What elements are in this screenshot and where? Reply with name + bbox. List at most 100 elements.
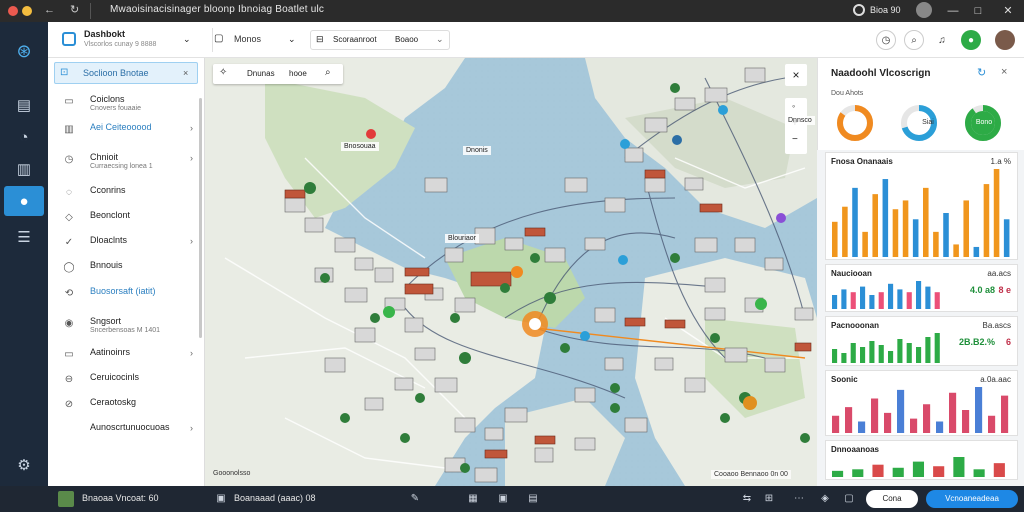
- compass-icon[interactable]: ◦: [792, 101, 795, 111]
- chart-rail-icon[interactable]: ▥: [4, 154, 44, 184]
- chevron-right-icon[interactable]: ›: [190, 423, 193, 433]
- maximize-button[interactable]: □: [970, 3, 986, 19]
- zoom-controls: ◦ + −: [785, 98, 807, 154]
- zoom-icon[interactable]: ⌕: [904, 30, 924, 50]
- map-attribution: Gooonolsso: [213, 470, 251, 477]
- card-bar: [872, 194, 879, 257]
- map-close-icon[interactable]: ×: [785, 64, 807, 86]
- card-bar: [850, 292, 856, 309]
- card-bar: [892, 467, 904, 477]
- sidebar-item-2[interactable]: ▥ Aei Ceiteooood ›: [56, 120, 201, 142]
- sidebar-item-10[interactable]: ▭ Aatinoinrs ›: [56, 345, 201, 367]
- settings-rail-icon[interactable]: ⚙: [4, 450, 44, 480]
- metric-card-2[interactable]: Nauciooan aa.acs 4.0 a8 8 e: [825, 264, 1018, 312]
- sidebar-item-label: Aei Ceiteooood: [90, 122, 152, 132]
- map-canvas[interactable]: [205, 58, 817, 486]
- primary-button[interactable]: Vcnoaneadeaa: [926, 490, 1018, 508]
- chevron-right-icon[interactable]: ›: [190, 348, 193, 358]
- chevron-right-icon[interactable]: ›: [190, 153, 193, 163]
- history-icon[interactable]: ↻: [70, 3, 79, 16]
- donut-label: Bono: [975, 119, 993, 126]
- minimize-button[interactable]: —: [945, 3, 961, 19]
- sidebar-search[interactable]: ⊡ Soclioon Bnotae ×: [54, 62, 198, 84]
- cancel-button[interactable]: Cona: [866, 490, 918, 508]
- doc-icon[interactable]: ▣: [214, 492, 228, 506]
- sidebar-item-13[interactable]: Aunoscrtunuocuoas ›: [56, 420, 201, 442]
- chevron-right-icon[interactable]: ›: [190, 236, 193, 246]
- app-logo-icon: [62, 32, 76, 46]
- panel-close-icon[interactable]: ×: [1001, 66, 1007, 78]
- filter-chevron-icon[interactable]: ⌄: [436, 34, 444, 45]
- save-icon[interactable]: ▢: [842, 492, 856, 506]
- cursor-icon[interactable]: ✧: [219, 67, 227, 78]
- timer-icon[interactable]: ◷: [876, 30, 896, 50]
- filter-label[interactable]: Boaoo: [395, 35, 418, 44]
- sidebar-item-11[interactable]: ⊖ Ceruicocinls: [56, 370, 201, 392]
- card-bar: [916, 281, 922, 309]
- edit-icon[interactable]: ✎: [408, 492, 422, 506]
- map-search-icon[interactable]: ⌕: [325, 67, 331, 78]
- chevron-right-icon[interactable]: ›: [190, 123, 193, 133]
- sidebar-item-label: Aatinoinrs: [90, 347, 131, 357]
- profile-avatar[interactable]: [995, 30, 1015, 50]
- panel-title: Naadoohl Vlcoscrign: [831, 68, 931, 79]
- metric-card-3[interactable]: Pacnooonan Ba.ascs 2B.B2.% 6: [825, 316, 1018, 366]
- account-icon[interactable]: [853, 4, 865, 16]
- sidebar-item-8[interactable]: ⟲ Buosorsaft (iatit): [56, 284, 201, 306]
- workspace-chevron-icon[interactable]: ⌄: [183, 34, 191, 45]
- map-toolbar-btn1[interactable]: Dnunas: [247, 69, 275, 78]
- search-bar[interactable]: ⊟ Scoraanroot Boaoo ⌄: [310, 30, 450, 50]
- sidebar-item-9[interactable]: ◉ Sngsort Sncerbensoas M 1401: [56, 314, 201, 336]
- view-chevron-icon[interactable]: ⌄: [288, 34, 296, 45]
- status-icon[interactable]: ●: [961, 30, 981, 50]
- more-icon[interactable]: ⋯: [792, 492, 806, 506]
- metric-card-4[interactable]: Soonic a.0a.aac: [825, 370, 1018, 436]
- avatar[interactable]: [916, 2, 932, 18]
- card-bar: [1003, 219, 1010, 257]
- sidebar-item-sub: Sncerbensoas M 1401: [90, 327, 161, 334]
- sidebar-close-icon[interactable]: ×: [183, 68, 188, 78]
- timer-rail-icon[interactable]: ◔: [4, 122, 44, 152]
- sidebar-item-4[interactable]: ◌ Cconrins: [56, 183, 201, 205]
- sidebar-item-3[interactable]: ◷ Chnioit Curraecsing lonea 1 ›: [56, 150, 201, 172]
- map-view[interactable]: ✧ Dnunas hooe ⌕ × ◦ + − Bnosouaa Dnonis …: [205, 58, 817, 486]
- close-button[interactable]: ✕: [1000, 3, 1016, 19]
- sidebar-item-5[interactable]: ◇ Beonclont: [56, 208, 201, 230]
- sidebar-item-7[interactable]: ◯ Bnnouis: [56, 258, 201, 280]
- sidebar-scrollbar[interactable]: [199, 98, 202, 338]
- card-bar: [933, 231, 939, 257]
- refresh-icon[interactable]: ↻: [977, 66, 986, 79]
- minimize-dot[interactable]: [22, 6, 32, 16]
- grid-icon[interactable]: ⊞: [762, 492, 776, 506]
- map-rail-icon[interactable]: ●: [4, 186, 44, 216]
- back-icon[interactable]: ←: [44, 4, 55, 16]
- sidebar-item-12[interactable]: ⊘ Ceraotoskg: [56, 395, 201, 417]
- view-dropdown[interactable]: Monos: [234, 34, 261, 44]
- table-rail-icon[interactable]: ☰: [4, 222, 44, 252]
- metric-card-5[interactable]: Dnnoaanoas: [825, 440, 1018, 480]
- table-icon[interactable]: ▦: [466, 492, 480, 506]
- share-icon[interactable]: ⇆: [740, 492, 754, 506]
- pin-icon[interactable]: ◈: [818, 492, 832, 506]
- image-icon[interactable]: ▣: [496, 492, 510, 506]
- zoom-out-icon[interactable]: −: [792, 134, 798, 145]
- list-rail-icon[interactable]: ▤: [4, 90, 44, 120]
- user-thumbnail: [58, 491, 74, 507]
- list-icon[interactable]: ▤: [526, 492, 540, 506]
- sidebar-item-6[interactable]: ✓ Dloaclnts ›: [56, 233, 201, 255]
- card-chart: [832, 169, 1010, 257]
- sidebar-item-label: Coiclons: [90, 94, 125, 104]
- sidebar: ⊡ Soclioon Bnotae × ▭ Coiclons Cnovers fou…: [48, 58, 205, 486]
- map-toolbar-btn2[interactable]: hooe: [289, 69, 307, 78]
- sidebar-item-label: Ceruicocinls: [90, 372, 140, 382]
- card-chart: [832, 457, 1005, 477]
- metric-card-1[interactable]: Fnosa Onanaais 1.a %: [825, 152, 1018, 260]
- sidebar-item-label: Bnnouis: [90, 260, 123, 270]
- sidebar-item-1[interactable]: ▭ Coiclons Cnovers fouaaie: [56, 92, 201, 114]
- sidebar-item-label: Chnioit: [90, 152, 119, 162]
- card-bar: [949, 392, 957, 433]
- bell-icon[interactable]: ♫: [932, 30, 952, 50]
- card-bar: [936, 421, 944, 433]
- link-icon: ⊖: [64, 374, 74, 385]
- close-dot[interactable]: [8, 6, 18, 16]
